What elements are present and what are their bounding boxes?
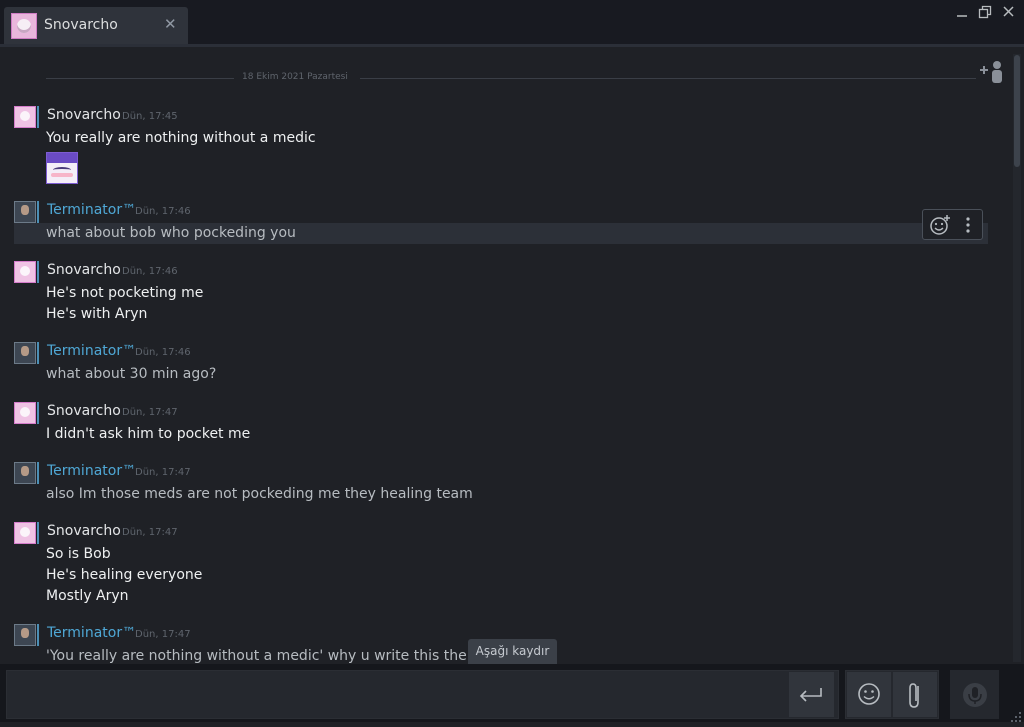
resize-grip-icon[interactable] (1010, 708, 1022, 722)
microphone-icon (963, 683, 987, 707)
message-input[interactable] (6, 670, 839, 719)
timestamp: Dün, 17:46 (135, 347, 191, 358)
date-separator: 18 Ekim 2021 Pazartesi (46, 72, 976, 86)
timestamp: Dün, 17:46 (135, 206, 191, 217)
close-tab-icon[interactable]: ✕ (164, 15, 177, 33)
message-text: I didn't ask him to pocket me (46, 426, 251, 442)
voice-button[interactable] (950, 670, 999, 719)
enter-icon (799, 688, 822, 702)
avatar[interactable] (14, 106, 36, 128)
avatar[interactable] (14, 522, 36, 544)
sender-name[interactable]: Snovarcho (47, 262, 121, 278)
message-text: He's with Aryn (46, 306, 148, 322)
close-window-icon[interactable] (1002, 5, 1015, 18)
sender-name[interactable]: Terminator™ (47, 343, 136, 359)
timestamp: Dün, 17:45 (122, 111, 178, 122)
emoji-button[interactable] (847, 672, 891, 717)
sender-name[interactable]: Terminator™ (47, 202, 136, 218)
status-bar (37, 342, 39, 364)
status-bar (37, 462, 39, 484)
paperclip-icon (909, 683, 919, 708)
sender-name[interactable]: Terminator™ (47, 463, 136, 479)
timestamp: Dün, 17:46 (122, 266, 178, 277)
date-separator-text: 18 Ekim 2021 Pazartesi (242, 72, 348, 82)
tab-label: Snovarcho (44, 17, 118, 33)
more-vertical-icon[interactable] (961, 214, 975, 236)
timestamp: Dün, 17:47 (122, 407, 178, 418)
message-text: Mostly Aryn (46, 588, 129, 604)
avatar[interactable] (14, 201, 36, 223)
avatar[interactable] (14, 462, 36, 484)
status-bar (37, 261, 39, 283)
scrollbar-thumb[interactable] (1014, 55, 1020, 167)
purple-hair-emoticon (46, 152, 78, 184)
attach-button[interactable] (893, 672, 937, 717)
timestamp: Dün, 17:47 (135, 629, 191, 640)
sender-name[interactable]: Snovarcho (47, 107, 121, 123)
message-text: what about 30 min ago? (46, 366, 217, 382)
message-text: He's not pocketing me (46, 285, 204, 301)
send-button[interactable] (789, 672, 834, 717)
status-bar (37, 106, 39, 128)
restore-icon[interactable] (978, 5, 992, 19)
status-bar (37, 522, 39, 544)
status-bar (37, 201, 39, 223)
message-text: also Im those meds are not pockeding me … (46, 486, 473, 502)
sender-name[interactable]: Snovarcho (47, 523, 121, 539)
message-text: 'You really are nothing without a medic'… (46, 648, 489, 664)
sender-name[interactable]: Snovarcho (47, 403, 121, 419)
add-reaction-icon[interactable] (929, 214, 951, 236)
avatar[interactable] (14, 624, 36, 646)
status-bar (37, 624, 39, 646)
message-actions (922, 209, 983, 240)
add-user-icon[interactable] (978, 58, 1008, 86)
message-text: You really are nothing without a medic (46, 130, 316, 146)
tab-avatar (11, 13, 37, 39)
message-text: what about bob who pockeding you (46, 225, 296, 241)
timestamp: Dün, 17:47 (135, 467, 191, 478)
timestamp: Dün, 17:47 (122, 527, 178, 538)
avatar[interactable] (14, 342, 36, 364)
sender-name[interactable]: Terminator™ (47, 625, 136, 641)
message-text: So is Bob (46, 546, 111, 562)
title-bar-divider (0, 44, 1024, 47)
minimize-icon[interactable] (956, 6, 968, 18)
smiley-icon (858, 683, 880, 705)
avatar[interactable] (14, 261, 36, 283)
avatar[interactable] (14, 402, 36, 424)
chat-tab-snovarcho[interactable]: Snovarcho ✕ (4, 7, 188, 44)
message-text: He's healing everyone (46, 567, 203, 583)
status-bar (37, 402, 39, 424)
scroll-down-button[interactable]: Aşağı kaydır (468, 639, 557, 664)
